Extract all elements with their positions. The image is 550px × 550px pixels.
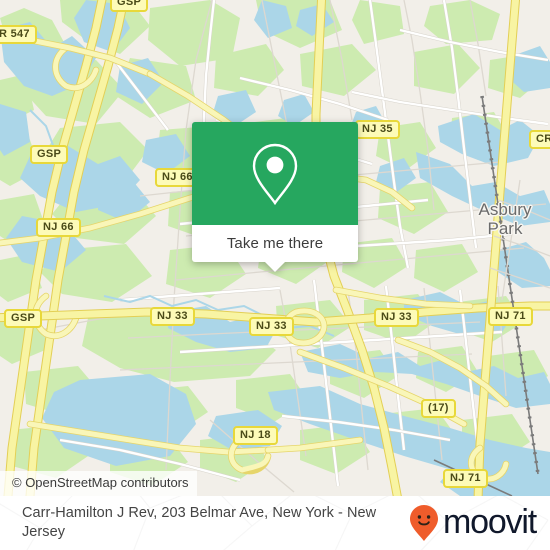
road-shield[interactable]: R 547 — [0, 25, 37, 44]
road-shield[interactable]: NJ 33 — [249, 317, 294, 336]
road-shield[interactable]: NJ 33 — [374, 308, 419, 327]
road-shield[interactable]: NJ 71 — [488, 307, 533, 326]
location-title: Carr-Hamilton J Rev, 203 Belmar Ave, New… — [22, 505, 377, 540]
road-shield[interactable]: NJ 71 — [443, 469, 488, 488]
take-me-there-callout[interactable]: Take me there — [192, 122, 358, 272]
footer-bar: Carr-Hamilton J Rev, 203 Belmar Ave, New… — [0, 496, 550, 550]
road-shield[interactable]: GSP — [30, 145, 69, 164]
road-shield[interactable]: CR — [529, 130, 550, 149]
callout-action-bar[interactable]: Take me there — [192, 225, 358, 272]
road-shield[interactable]: NJ 33 — [150, 307, 195, 326]
road-shield[interactable]: GSP — [110, 0, 149, 12]
map-pin-icon — [252, 143, 298, 205]
moovit-map-screenshot: .grn { fill:#cdebb0; } .grn2 { fill:#d6e… — [0, 0, 550, 550]
road-shield[interactable]: (17) — [421, 399, 456, 418]
callout-pointer — [264, 261, 286, 272]
moovit-smiley-pin-icon — [410, 505, 439, 541]
moovit-wordmark: moovit — [443, 503, 537, 541]
road-shield[interactable]: NJ 18 — [233, 426, 278, 445]
road-shield[interactable]: NJ 66 — [36, 218, 81, 237]
road-shield[interactable]: GSP — [4, 309, 43, 328]
callout-header — [192, 122, 358, 225]
map-canvas[interactable]: .grn { fill:#cdebb0; } .grn2 { fill:#d6e… — [0, 0, 550, 496]
moovit-logo[interactable]: moovit — [409, 503, 537, 542]
osm-attribution[interactable]: © OpenStreetMap contributors — [0, 471, 197, 496]
road-shield[interactable]: NJ 35 — [355, 120, 400, 139]
take-me-there-label: Take me there — [226, 235, 324, 252]
